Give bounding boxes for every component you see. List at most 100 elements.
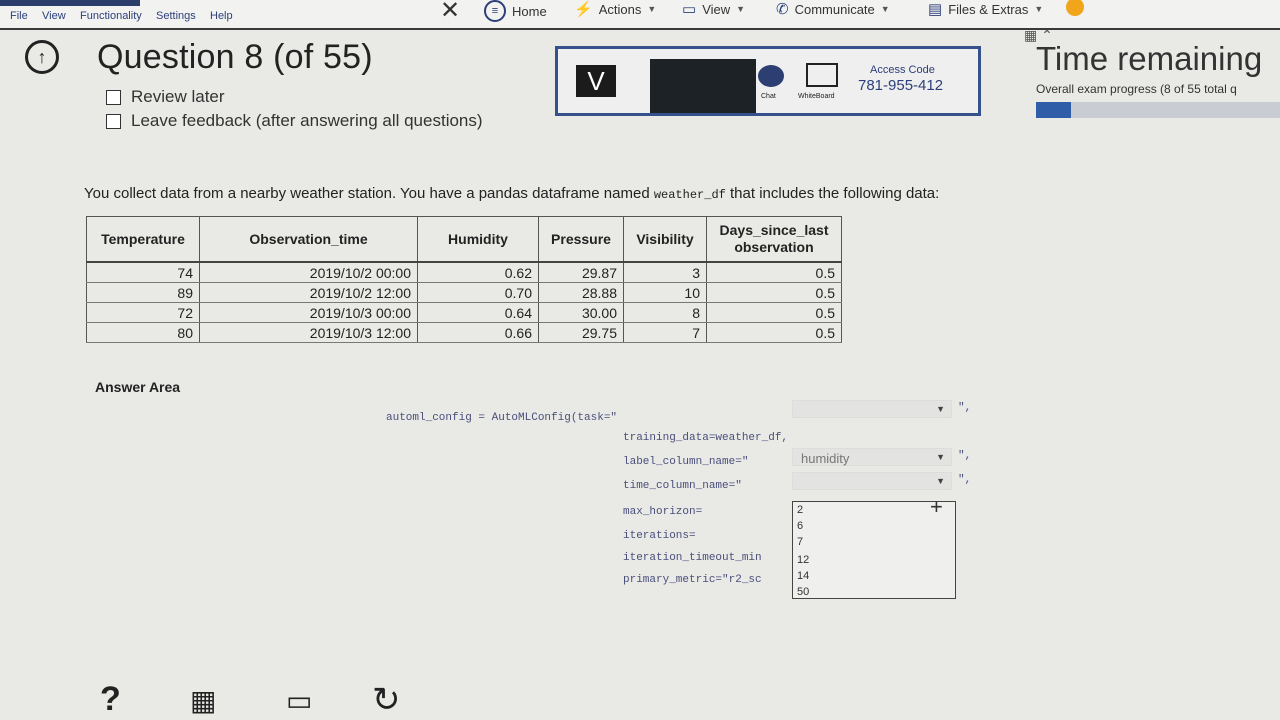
progress-bar — [1036, 102, 1280, 118]
code-line-primary-metric: primary_metric="r2_sc — [623, 574, 762, 586]
access-code: 781-955-412 — [858, 77, 944, 94]
table-cell: 0.66 — [417, 322, 539, 343]
time-remaining: Time remaining — [1036, 40, 1263, 77]
table-cell: 0.70 — [417, 282, 539, 303]
table-row: 89 2019/10/2 12:00 0.70 28.88 10 0.5 — [86, 282, 842, 303]
menu-view[interactable]: View — [42, 10, 66, 22]
chat-icon[interactable] — [758, 65, 784, 87]
crosshair-cursor-icon: + — [930, 494, 943, 519]
code-suffix: ", — [958, 474, 972, 486]
communicate-menu[interactable]: ✆ Communicate ▼ — [776, 0, 890, 18]
menu-help[interactable]: Help — [210, 10, 233, 22]
table-cell: 0.5 — [706, 322, 842, 343]
label-column-dropdown[interactable]: humidity ▼ — [792, 448, 952, 466]
progress-fill — [1036, 102, 1072, 118]
files-label: Files & Extras — [948, 1, 1029, 17]
listbox-option[interactable]: 50 — [797, 586, 809, 598]
table-cell: 7 — [623, 322, 707, 343]
checkbox-icon — [106, 113, 121, 129]
actions-menu[interactable]: ⚡ Actions ▼ — [574, 0, 656, 18]
table-row: 80 2019/10/3 12:00 0.66 29.75 7 0.5 — [86, 322, 842, 343]
table-cell: 29.75 — [538, 322, 624, 343]
table-cell: 0.5 — [706, 302, 842, 323]
intro-text-before: You collect data from a nearby weather s… — [84, 185, 654, 202]
listbox-option[interactable]: 14 — [797, 570, 809, 582]
chevron-down-icon: ▼ — [647, 4, 657, 14]
listbox-option[interactable]: 2 — [797, 504, 803, 516]
actions-label: Actions — [598, 1, 642, 17]
progress-label: Overall exam progress (8 of 55 total q — [1036, 82, 1237, 96]
phone-icon: ✆ — [776, 1, 789, 18]
question-text: You collect data from a nearby weather s… — [84, 185, 939, 202]
files-menu[interactable]: ▤ Files & Extras ▼ — [928, 0, 1043, 18]
proctor-logo: V — [576, 65, 616, 97]
chevron-down-icon: ▼ — [936, 452, 945, 462]
code-line-training-data: training_data=weather_df, — [623, 432, 789, 444]
title-strip — [0, 0, 140, 6]
whiteboard-label: WhiteBoard — [798, 93, 835, 100]
menu-functionality[interactable]: Functionality — [80, 10, 142, 22]
home-button[interactable]: ≡ Home — [484, 0, 547, 22]
refresh-icon[interactable]: ↻ — [372, 680, 401, 720]
dataframe-name: weather_df — [653, 188, 726, 202]
chevron-down-icon: ▼ — [936, 404, 945, 414]
view-label: View — [702, 1, 731, 17]
access-code-label: Access Code — [870, 64, 935, 76]
table-cell: 3 — [623, 262, 707, 283]
code-line-iteration-timeout: iteration_timeout_min — [623, 552, 762, 564]
code-suffix: ", — [958, 450, 972, 462]
help-icon[interactable]: ? — [100, 680, 121, 719]
table-cell: 2019/10/2 12:00 — [199, 282, 418, 303]
home-icon: ≡ — [484, 0, 506, 22]
table-row: 72 2019/10/3 00:00 0.64 30.00 8 0.5 — [86, 302, 842, 323]
menu-settings[interactable]: Settings — [156, 10, 196, 22]
table-cell: 0.5 — [706, 262, 842, 283]
table-cell: 2019/10/3 00:00 — [199, 302, 418, 323]
close-icon[interactable]: ✕ — [440, 0, 460, 25]
code-line-task: automl_config = AutoMLConfig(task=" — [386, 412, 618, 424]
whiteboard-icon[interactable] — [806, 63, 838, 87]
answer-area-label: Answer Area — [95, 379, 181, 395]
table-cell: 0.5 — [706, 282, 842, 303]
table-cell: 2019/10/2 00:00 — [199, 262, 418, 283]
files-icon: ▤ — [928, 1, 943, 18]
listbox-option[interactable]: 7 — [797, 536, 803, 548]
view-menu[interactable]: ▭ View ▼ — [682, 0, 745, 18]
time-column-dropdown[interactable]: ▼ — [792, 472, 952, 490]
listbox-option[interactable]: 12 — [797, 554, 809, 566]
back-arrow-icon[interactable]: ↑ — [25, 40, 59, 74]
col-observation-time: Observation_time — [199, 216, 418, 263]
weather-table: Temperature Observation_time Humidity Pr… — [86, 216, 842, 343]
monitor-icon: ▭ — [682, 1, 697, 18]
question-title: Question 8 (of 55) — [97, 38, 373, 76]
col-humidity: Humidity — [417, 216, 539, 263]
listbox-option[interactable]: 6 — [797, 520, 803, 532]
table-cell: 0.62 — [417, 262, 539, 283]
lightning-icon: ⚡ — [574, 1, 593, 18]
table-header-row: Temperature Observation_time Humidity Pr… — [86, 216, 842, 263]
leave-feedback-checkbox[interactable]: Leave feedback (after answering all ques… — [106, 111, 483, 131]
leave-feedback-label: Leave feedback (after answering all ques… — [131, 111, 483, 130]
col-days-since-last: Days_since_last observation — [706, 216, 842, 263]
table-cell: 10 — [623, 282, 707, 303]
checkbox-icon — [106, 89, 121, 105]
chevron-down-icon: ▼ — [1034, 4, 1044, 14]
calculator-icon[interactable]: ▦ — [190, 684, 216, 717]
intro-text-after: that includes the following data: — [725, 185, 940, 202]
table-cell: 0.64 — [417, 302, 539, 323]
review-later-checkbox[interactable]: Review later — [106, 87, 225, 107]
monitor-icon[interactable]: ▭ — [286, 684, 312, 717]
chat-label: Chat — [761, 93, 776, 100]
menu-file[interactable]: File — [10, 10, 28, 22]
chevron-down-icon: ▼ — [880, 4, 890, 14]
task-dropdown[interactable]: ▼ — [792, 400, 952, 418]
code-suffix: ", — [958, 402, 972, 414]
table-cell: 74 — [86, 262, 200, 283]
table-cell: 28.88 — [538, 282, 624, 303]
proctor-panel: V Chat WhiteBoard Access Code 781-955-41… — [555, 46, 981, 116]
code-line-iterations: iterations= — [623, 530, 696, 542]
table-cell: 29.87 — [538, 262, 624, 283]
table-cell: 2019/10/3 12:00 — [199, 322, 418, 343]
code-line-time-column: time_column_name=" — [623, 480, 742, 492]
table-cell: 30.00 — [538, 302, 624, 323]
